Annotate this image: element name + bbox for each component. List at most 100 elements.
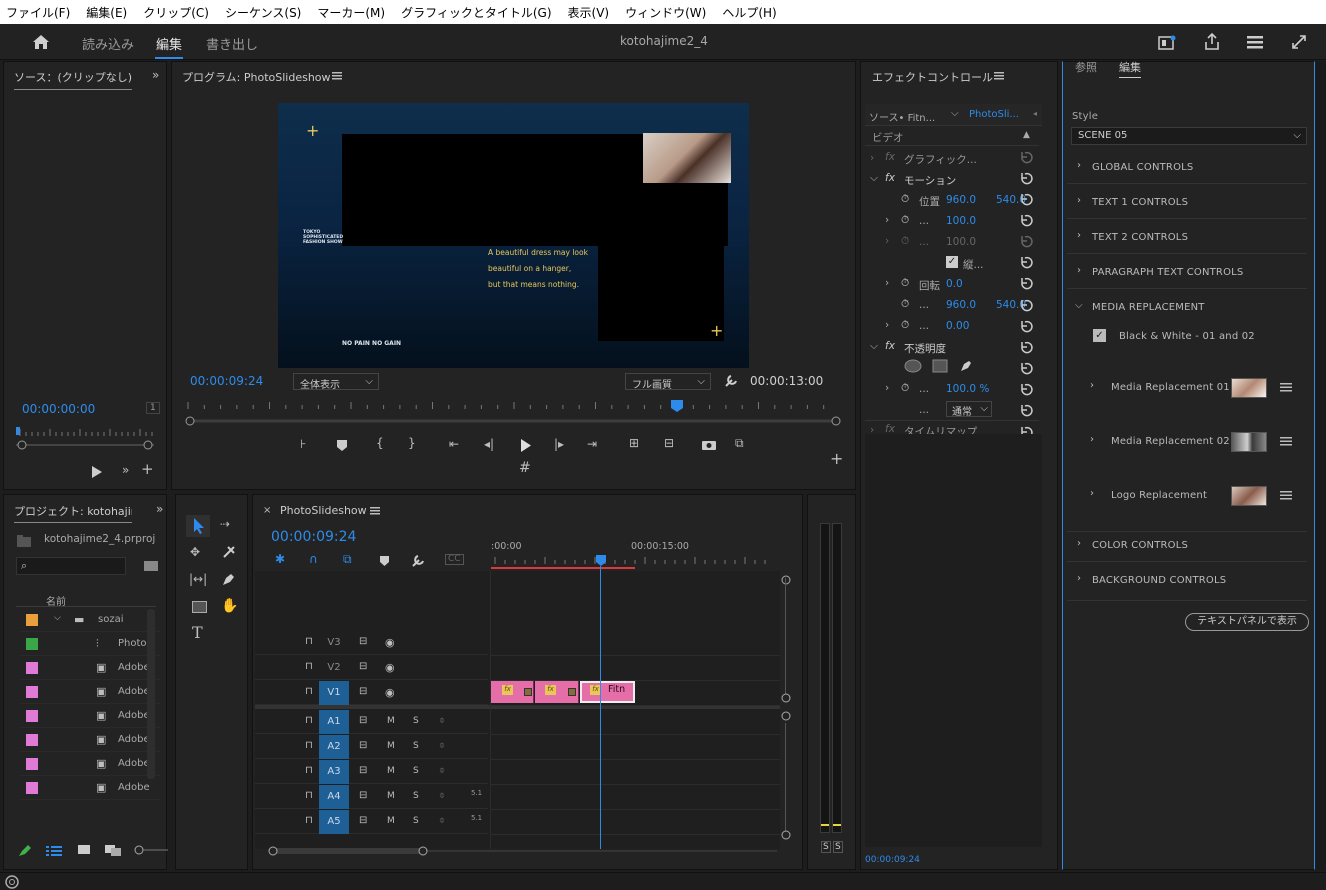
- lock-icon[interactable]: ⊓: [305, 741, 313, 751]
- panel-overflow-icon[interactable]: »: [156, 503, 163, 515]
- project-search-input[interactable]: ⌕: [16, 557, 126, 575]
- eye-icon[interactable]: ◉: [385, 637, 395, 648]
- menu-help[interactable]: ヘルプ(H): [722, 4, 776, 21]
- expand-chevron-icon[interactable]: ⌵: [870, 172, 878, 185]
- solo-left-button[interactable]: S: [821, 841, 831, 853]
- section-text1-controls[interactable]: TEXT 1 CONTROLS: [1092, 197, 1188, 208]
- icon-view-icon[interactable]: [78, 845, 90, 856]
- logo-thumbnail[interactable]: [1231, 486, 1267, 506]
- effect-graphic[interactable]: グラフィック...: [904, 152, 977, 167]
- mute-icon[interactable]: M: [387, 742, 395, 751]
- reset-parameter-icon[interactable]: [1021, 151, 1033, 164]
- label-color-swatch[interactable]: [26, 662, 38, 674]
- tab-browse[interactable]: 参照: [1075, 59, 1097, 75]
- playhead-line[interactable]: [600, 566, 601, 849]
- scroll-left-icon[interactable]: ◂: [1033, 109, 1037, 118]
- project-item[interactable]: ▣ Adobe: [20, 680, 160, 704]
- expand-chevron-icon[interactable]: ›: [885, 214, 889, 226]
- rotation-value[interactable]: 0.0: [946, 278, 963, 290]
- reset-parameter-icon[interactable]: [1021, 362, 1033, 375]
- lock-icon[interactable]: ⊓: [305, 766, 313, 776]
- track-target-v2[interactable]: V2: [319, 656, 349, 680]
- track-target-a3[interactable]: A3: [319, 760, 349, 784]
- stopwatch-icon[interactable]: ⏱: [901, 214, 909, 227]
- anchor-x[interactable]: 960.0: [946, 299, 976, 311]
- sync-lock-icon[interactable]: ⊟: [359, 766, 367, 776]
- track-target-v1[interactable]: V1: [319, 681, 349, 705]
- stopwatch-icon[interactable]: ⏱: [901, 193, 909, 206]
- export-frame-camera-icon[interactable]: [702, 439, 716, 450]
- timeline-settings-wrench-icon[interactable]: [411, 554, 425, 568]
- add-marker-icon[interactable]: [380, 556, 389, 566]
- bw-checkbox[interactable]: ✓: [1093, 329, 1106, 342]
- nest-toggle-icon[interactable]: ✱: [275, 553, 285, 565]
- panel-overflow-icon[interactable]: »: [152, 69, 159, 81]
- track-select-tool-icon[interactable]: ⇢: [220, 518, 230, 530]
- reset-parameter-icon[interactable]: [1021, 256, 1033, 269]
- expand-chevron-icon[interactable]: ›: [1077, 573, 1081, 584]
- add-button-icon[interactable]: +: [141, 462, 154, 477]
- chevron-down-icon[interactable]: ⌵: [54, 614, 61, 623]
- lift-icon[interactable]: ⊞: [629, 437, 639, 449]
- video-vertical-scroll[interactable]: [780, 578, 790, 700]
- step-back-icon[interactable]: ◂|: [484, 438, 494, 450]
- timeline-clip[interactable]: fx: [491, 681, 534, 703]
- reset-parameter-icon[interactable]: [1021, 320, 1033, 333]
- microphone-icon[interactable]: ⌽: [439, 741, 445, 751]
- effect-motion[interactable]: モーション: [904, 173, 956, 188]
- audio-vertical-scroll[interactable]: [785, 723, 786, 831]
- pen-mask-icon[interactable]: [959, 359, 973, 373]
- home-icon[interactable]: [32, 34, 50, 50]
- track-header-a5[interactable]: ⊓ A5 ⊟ M S ⌽ 5.1: [255, 810, 488, 834]
- section-global-controls[interactable]: GLOBAL CONTROLS: [1092, 162, 1193, 173]
- opacity-value[interactable]: 100.0 %: [946, 383, 989, 395]
- eye-icon[interactable]: ◉: [385, 687, 395, 698]
- project-item[interactable]: ⌵ ▬ sozai: [20, 608, 160, 632]
- reset-parameter-icon[interactable]: [1021, 214, 1033, 227]
- linked-selection-icon[interactable]: ⧉: [343, 553, 352, 565]
- project-item[interactable]: ⫶ Photo: [20, 632, 160, 656]
- effect-controls-title[interactable]: エフェクトコントロール: [872, 69, 993, 85]
- quick-export-icon[interactable]: [1158, 35, 1176, 51]
- stopwatch-icon[interactable]: ⏱: [901, 277, 909, 290]
- go-to-in-icon[interactable]: ⇤: [449, 438, 459, 450]
- solo-right-button[interactable]: S: [833, 841, 843, 853]
- menu-edit[interactable]: 編集(E): [86, 4, 127, 21]
- panel-menu-icon[interactable]: [370, 507, 380, 515]
- reset-parameter-icon[interactable]: [1021, 404, 1033, 417]
- mark-in-out-icon[interactable]: ⊦: [300, 438, 306, 450]
- timeline-ruler[interactable]: [491, 555, 781, 571]
- expand-chevron-icon[interactable]: ›: [885, 319, 889, 331]
- track-header-a2[interactable]: ⊓ A2 ⊟ M S ⌽: [255, 735, 488, 759]
- timeline-clip[interactable]: fx: [535, 681, 579, 703]
- label-color-swatch[interactable]: [26, 734, 38, 746]
- lock-icon[interactable]: ⊓: [305, 791, 313, 801]
- timeline-sequence-tab[interactable]: PhotoSlideshow: [280, 504, 367, 517]
- track-header-a4[interactable]: ⊓ A4 ⊟ M S ⌽ 5.1: [255, 785, 488, 809]
- section-background-controls[interactable]: BACKGROUND CONTROLS: [1092, 575, 1226, 586]
- collapse-arrow-icon[interactable]: ▲: [1023, 130, 1030, 140]
- reset-parameter-icon[interactable]: [1021, 299, 1033, 312]
- microphone-icon[interactable]: ⌽: [439, 716, 445, 726]
- drag-handle-icon[interactable]: [1280, 383, 1292, 392]
- button-editor-add-icon[interactable]: +: [830, 451, 843, 467]
- creative-cloud-icon[interactable]: [5, 875, 19, 889]
- project-item[interactable]: ▣ Adobe: [20, 776, 160, 800]
- zoom-select[interactable]: 全体表示 ⌵: [293, 373, 379, 391]
- mark-out-icon[interactable]: }: [408, 437, 416, 449]
- pen-tool-icon[interactable]: [222, 572, 236, 586]
- track-header-a1[interactable]: ⊓ A1 ⊟ M S ⌽: [255, 710, 488, 734]
- mute-icon[interactable]: M: [387, 792, 395, 801]
- expand-chevron-icon[interactable]: ›: [1077, 160, 1081, 171]
- reset-parameter-icon[interactable]: [1021, 193, 1033, 206]
- fullscreen-icon[interactable]: [1291, 34, 1307, 50]
- scale-width-value[interactable]: 100.0: [946, 236, 976, 248]
- reset-parameter-icon[interactable]: [1021, 341, 1033, 354]
- sync-lock-icon[interactable]: ⊟: [359, 662, 367, 672]
- new-search-bin-icon[interactable]: [144, 560, 158, 572]
- scroll-handle[interactable]: [780, 692, 792, 722]
- lock-icon[interactable]: ⊓: [305, 687, 313, 697]
- style-select[interactable]: SCENE 05 ⌵: [1071, 127, 1307, 145]
- program-timeline-ruler[interactable]: [184, 400, 841, 426]
- section-media-replacement[interactable]: MEDIA REPLACEMENT: [1092, 302, 1205, 313]
